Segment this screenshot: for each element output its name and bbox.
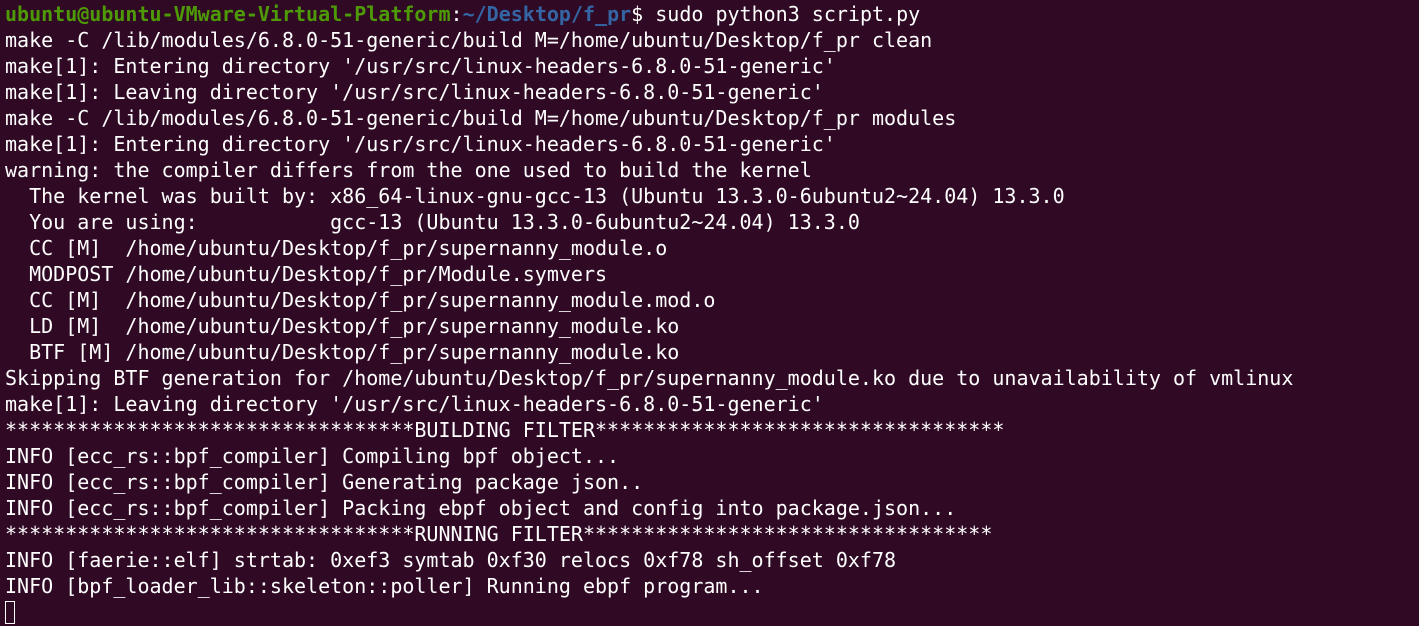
output-line: INFO [ecc_rs::bpf_compiler] Packing ebpf… <box>5 496 957 520</box>
output-line: make[1]: Leaving directory '/usr/src/lin… <box>5 80 824 104</box>
output-line: LD [M] /home/ubuntu/Desktop/f_pr/superna… <box>5 314 680 338</box>
cursor-line[interactable] <box>5 599 1419 625</box>
output-line: INFO [faerie::elf] strtab: 0xef3 symtab … <box>5 548 897 572</box>
output-line: INFO [ecc_rs::bpf_compiler] Generating p… <box>5 470 644 494</box>
terminal-window[interactable]: ubuntu@ubuntu-VMware-Virtual-Platform:~/… <box>0 0 1419 626</box>
output-line: The kernel was built by: x86_64-linux-gn… <box>5 184 1065 208</box>
prompt-symbol: $ <box>631 2 656 26</box>
output-line: **********************************BUILDI… <box>5 418 1005 442</box>
output-line: You are using: gcc-13 (Ubuntu 13.3.0-6ub… <box>5 210 860 234</box>
prompt-separator: : <box>450 2 463 26</box>
output-line: make[1]: Leaving directory '/usr/src/lin… <box>5 392 824 416</box>
output-line: CC [M] /home/ubuntu/Desktop/f_pr/superna… <box>5 288 716 312</box>
prompt-command: sudo python3 script.py <box>655 2 921 26</box>
prompt-line: ubuntu@ubuntu-VMware-Virtual-Platform:~/… <box>5 1 1419 27</box>
output-line: warning: the compiler differs from the o… <box>5 158 812 182</box>
output-line: make[1]: Entering directory '/usr/src/li… <box>5 54 836 78</box>
output-line: Skipping BTF generation for /home/ubuntu… <box>5 366 1294 390</box>
output-line: make -C /lib/modules/6.8.0-51-generic/bu… <box>5 106 957 130</box>
text-cursor[interactable] <box>5 601 15 624</box>
output-line: INFO [bpf_loader_lib::skeleton::poller] … <box>5 574 764 598</box>
prompt-path: ~/Desktop/f_pr <box>462 2 632 26</box>
output-line: INFO [ecc_rs::bpf_compiler] Compiling bp… <box>5 444 620 468</box>
output-line: MODPOST /home/ubuntu/Desktop/f_pr/Module… <box>5 262 608 286</box>
output-line: make[1]: Entering directory '/usr/src/li… <box>5 132 836 156</box>
output-line: BTF [M] /home/ubuntu/Desktop/f_pr/supern… <box>5 340 680 364</box>
prompt-user-host: ubuntu@ubuntu-VMware-Virtual-Platform <box>5 2 451 26</box>
output-line: CC [M] /home/ubuntu/Desktop/f_pr/superna… <box>5 236 668 260</box>
output-line: make -C /lib/modules/6.8.0-51-generic/bu… <box>5 28 933 52</box>
output-line: **********************************RUNNIN… <box>5 522 993 546</box>
